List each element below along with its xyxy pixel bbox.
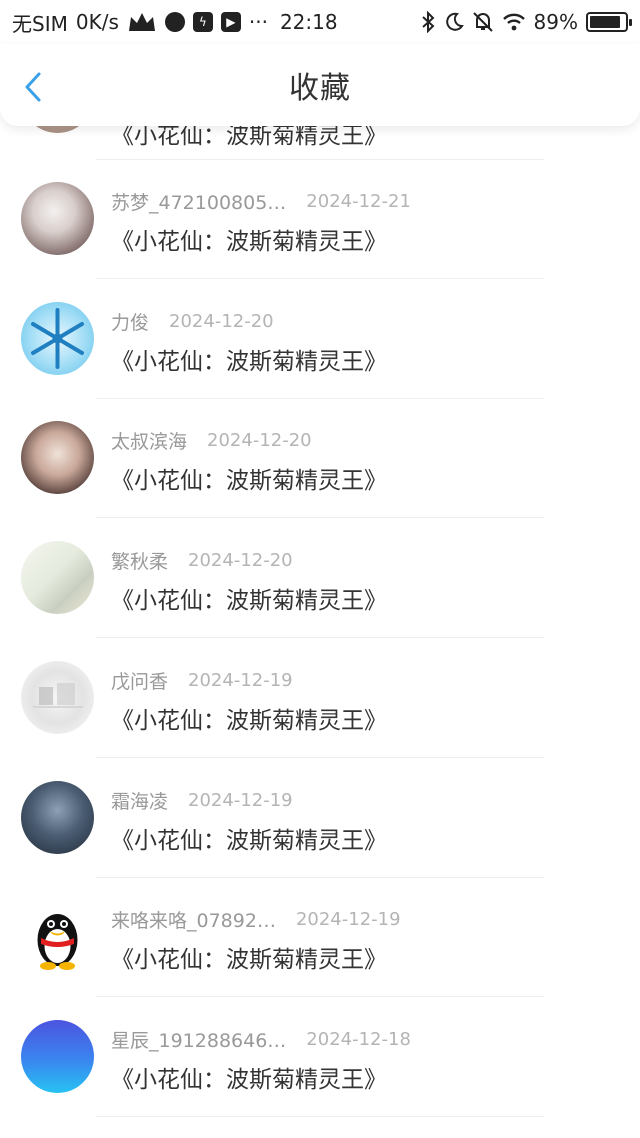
item-date: 2024-12-20 bbox=[188, 550, 293, 571]
bluetooth-icon bbox=[420, 11, 436, 33]
item-meta: 霜海凌 2024-12-19 bbox=[111, 787, 293, 814]
more-dots: ··· bbox=[248, 10, 268, 34]
avatar bbox=[21, 661, 94, 734]
user-name: 来咯来咯_07892… bbox=[111, 910, 276, 932]
list-item[interactable]: 戊问香 2024-12-19 《小花仙：波斯菊精灵王》 bbox=[0, 639, 640, 759]
item-title: 《小花仙：波斯菊精灵王》 bbox=[111, 468, 387, 494]
list-item[interactable]: 繁秋柔 2024-12-20 《小花仙：波斯菊精灵王》 bbox=[0, 519, 640, 639]
item-date: 2024-12-20 bbox=[169, 311, 274, 332]
item-title: 《小花仙：波斯菊精灵王》 bbox=[111, 947, 387, 973]
wifi-icon bbox=[502, 12, 526, 32]
avatar bbox=[21, 541, 94, 614]
item-title: 《小花仙：波斯菊精灵王》 bbox=[111, 229, 387, 255]
user-name: 苏梦_472100805… bbox=[111, 192, 287, 214]
item-meta: 星辰_191288646… 2024-12-18 bbox=[111, 1026, 411, 1053]
list-item[interactable]: 来咯来咯_07892… 2024-12-19 《小花仙：波斯菊精灵王》 bbox=[0, 878, 640, 998]
avatar bbox=[21, 182, 94, 255]
user-name: 霜海凌 bbox=[111, 791, 169, 813]
list-item[interactable]: 星辰_191288646… 2024-12-18 《小花仙：波斯菊精灵王》 bbox=[0, 998, 640, 1118]
list-item[interactable]: 苏梦_472100805… 2024-12-21 《小花仙：波斯菊精灵王》 bbox=[0, 160, 640, 280]
item-title: 《小花仙：波斯菊精灵王》 bbox=[111, 828, 387, 854]
user-name: 繁秋柔 bbox=[111, 551, 169, 573]
network-speed: 0K/s bbox=[75, 10, 119, 34]
mute-bell-icon bbox=[472, 11, 494, 33]
avatar bbox=[21, 900, 94, 973]
user-name: 力俊 bbox=[111, 312, 150, 334]
divider bbox=[96, 517, 544, 518]
item-title: 《小花仙：波斯菊精灵王》 bbox=[111, 708, 387, 734]
battery-fill bbox=[590, 16, 621, 28]
divider bbox=[96, 278, 544, 279]
item-date: 2024-12-19 bbox=[188, 670, 293, 691]
list-item[interactable]: 力俊 2024-12-20 《小花仙：波斯菊精灵王》 bbox=[0, 280, 640, 400]
divider bbox=[96, 757, 544, 758]
battery-percent: 89% bbox=[533, 10, 578, 34]
status-bar: 无SIM 0K/s ϟ ▶ ··· 22:18 89% bbox=[0, 0, 640, 44]
item-title: 《小花仙：波斯菊精灵王》 bbox=[111, 1067, 387, 1093]
item-meta: 力俊 2024-12-20 bbox=[111, 308, 274, 335]
avatar bbox=[21, 302, 94, 375]
item-date: 2024-12-21 bbox=[306, 191, 411, 212]
item-date: 2024-12-19 bbox=[188, 790, 293, 811]
user-name: 星辰_191288646… bbox=[111, 1030, 287, 1052]
avatar bbox=[21, 781, 94, 854]
item-title: 《小花仙：波斯菊精灵王》 bbox=[111, 349, 387, 375]
item-meta: 繁秋柔 2024-12-20 bbox=[111, 547, 293, 574]
back-button[interactable] bbox=[18, 70, 48, 104]
battery-icon bbox=[586, 12, 632, 32]
favorites-list: 《小花仙：波斯菊精灵王》 苏梦_472100805… 2024-12-21 《小花仙… bbox=[0, 0, 640, 1138]
item-date: 2024-12-19 bbox=[295, 909, 401, 930]
page-title: 收藏 bbox=[289, 71, 351, 106]
item-date: 2024-12-20 bbox=[207, 430, 312, 451]
item-meta: 戊问香 2024-12-19 bbox=[111, 667, 293, 694]
avatar bbox=[21, 421, 94, 494]
nav-bar: 收藏 bbox=[0, 44, 640, 126]
list-item[interactable]: 太叔滨海 2024-12-20 《小花仙：波斯菊精灵王》 bbox=[0, 399, 640, 519]
divider bbox=[96, 1116, 544, 1117]
app-circle-icon bbox=[164, 12, 185, 32]
lightning-app-icon: ϟ bbox=[192, 12, 213, 32]
play-app-icon: ▶ bbox=[220, 12, 241, 32]
list-item[interactable]: 霜海凌 2024-12-19 《小花仙：波斯菊精灵王》 bbox=[0, 759, 640, 879]
item-date: 2024-12-18 bbox=[306, 1029, 411, 1050]
item-meta: 太叔滨海 2024-12-20 bbox=[111, 427, 312, 454]
clock: 22:18 bbox=[279, 10, 338, 34]
item-meta: 来咯来咯_07892… 2024-12-19 bbox=[111, 906, 401, 933]
divider bbox=[96, 996, 544, 997]
user-name: 太叔滨海 bbox=[111, 431, 188, 453]
item-meta: 苏梦_472100805… 2024-12-21 bbox=[111, 188, 411, 215]
user-name: 戊问香 bbox=[111, 671, 169, 693]
item-title: 《小花仙：波斯菊精灵王》 bbox=[111, 588, 387, 614]
carrier-label: 无SIM bbox=[12, 11, 68, 36]
chevron-left-icon bbox=[25, 72, 41, 102]
crown-icon bbox=[127, 11, 157, 33]
avatar bbox=[21, 1020, 94, 1093]
moon-icon bbox=[444, 12, 464, 32]
divider bbox=[96, 637, 544, 638]
